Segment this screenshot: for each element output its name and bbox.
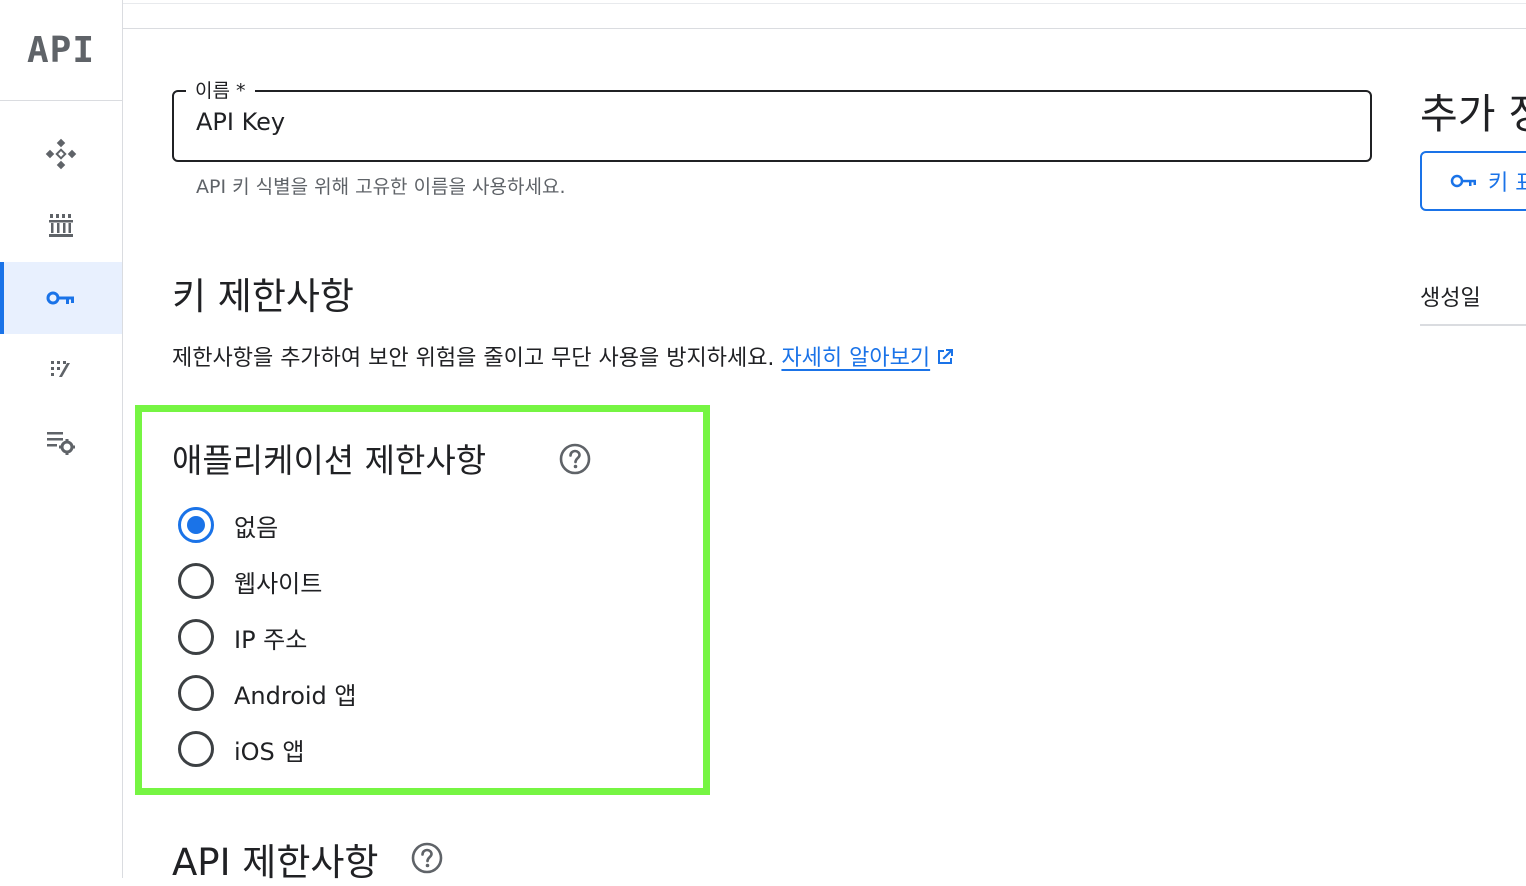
name-input[interactable]: [196, 108, 1346, 136]
radio-label: 웹사이트: [234, 569, 323, 598]
radio-label: IP 주소: [234, 625, 308, 654]
radio-label: iOS 앱: [234, 737, 305, 766]
nav-item-library[interactable]: [0, 190, 122, 262]
radio-option-none[interactable]: 없음: [178, 503, 278, 547]
radio-button[interactable]: [178, 675, 214, 711]
nav-item-consent[interactable]: [0, 334, 122, 406]
side-nav-rail: API: [0, 0, 123, 878]
name-field-hint: API 키 식별을 위해 고유한 이름을 사용하세요.: [196, 176, 566, 198]
radio-label: 없음: [234, 513, 279, 542]
right-panel-divider: [1420, 324, 1526, 326]
radio-option-android-apps[interactable]: Android 앱: [178, 671, 357, 715]
key-icon: [1450, 174, 1476, 188]
created-date-label: 생성일: [1420, 286, 1481, 311]
library-icon: [49, 214, 73, 237]
header-divider: [123, 28, 1526, 29]
name-field-label: 이름 *: [186, 76, 255, 103]
logo-text: API: [26, 29, 96, 71]
api-logo[interactable]: API: [0, 0, 122, 101]
radio-label: Android 앱: [234, 681, 357, 710]
radio-button[interactable]: [178, 619, 214, 655]
consent-icon: [51, 361, 70, 377]
show-key-button-label: 키 표: [1488, 171, 1526, 196]
nav-item-credentials[interactable]: [0, 262, 122, 334]
help-icon[interactable]: [410, 841, 444, 875]
radio-option-ip-addresses[interactable]: IP 주소: [178, 615, 307, 659]
radio-option-ios-apps[interactable]: iOS 앱: [178, 727, 305, 771]
nav-item-settings[interactable]: [0, 406, 122, 478]
external-link-icon[interactable]: [934, 346, 956, 368]
header-divider-top: [123, 3, 1526, 4]
key-icon: [46, 291, 74, 305]
radio-button[interactable]: [178, 507, 214, 543]
show-key-button[interactable]: 키 표: [1420, 151, 1526, 211]
learn-more-link[interactable]: 자세히 알아보기: [781, 346, 930, 371]
key-restrictions-description: 제한사항을 추가하여 보안 위험을 줄이고 무단 사용을 방지하세요. 자세히 …: [172, 340, 956, 372]
radio-button[interactable]: [178, 563, 214, 599]
key-restrictions-title: 키 제한사항: [172, 275, 354, 318]
help-icon[interactable]: [558, 442, 592, 476]
application-restrictions-title: 애플리케이션 제한사항: [172, 441, 487, 480]
additional-info-title: 추가 정: [1420, 90, 1526, 138]
settings-list-icon: [47, 432, 75, 455]
description-text: 제한사항을 추가하여 보안 위험을 줄이고 무단 사용을 방지하세요.: [172, 346, 775, 371]
radio-option-websites[interactable]: 웹사이트: [178, 559, 322, 603]
nav-item-overview[interactable]: [0, 118, 122, 190]
radio-button[interactable]: [178, 731, 214, 767]
overview-icon: [45, 138, 77, 170]
